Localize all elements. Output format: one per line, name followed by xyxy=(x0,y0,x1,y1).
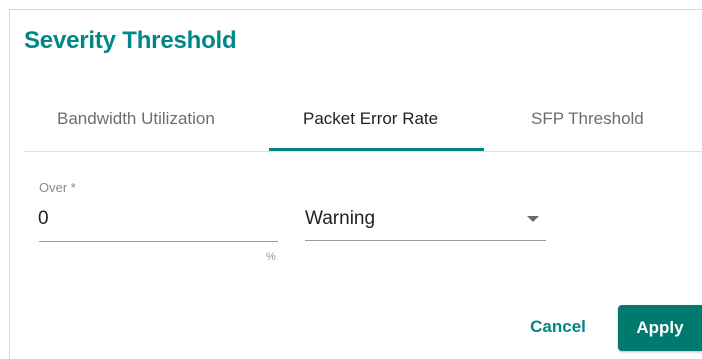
caret-down-icon[interactable] xyxy=(527,216,539,222)
over-input-underline xyxy=(39,241,278,242)
cancel-button[interactable]: Cancel xyxy=(513,307,603,347)
dialog-title: Severity Threshold xyxy=(24,27,237,54)
apply-button[interactable]: Apply xyxy=(618,305,702,351)
tabs-divider xyxy=(24,151,702,152)
tab-bandwidth-utilization[interactable]: Bandwidth Utilization xyxy=(57,109,215,129)
over-input[interactable]: 0 xyxy=(38,208,49,230)
tab-packet-error-rate[interactable]: Packet Error Rate xyxy=(303,109,438,129)
tab-sfp-threshold[interactable]: SFP Threshold xyxy=(531,109,644,129)
percent-suffix: % xyxy=(266,251,276,263)
severity-select[interactable]: Warning xyxy=(305,208,375,230)
over-field-label: Over * xyxy=(39,180,76,195)
severity-select-underline xyxy=(305,240,546,241)
